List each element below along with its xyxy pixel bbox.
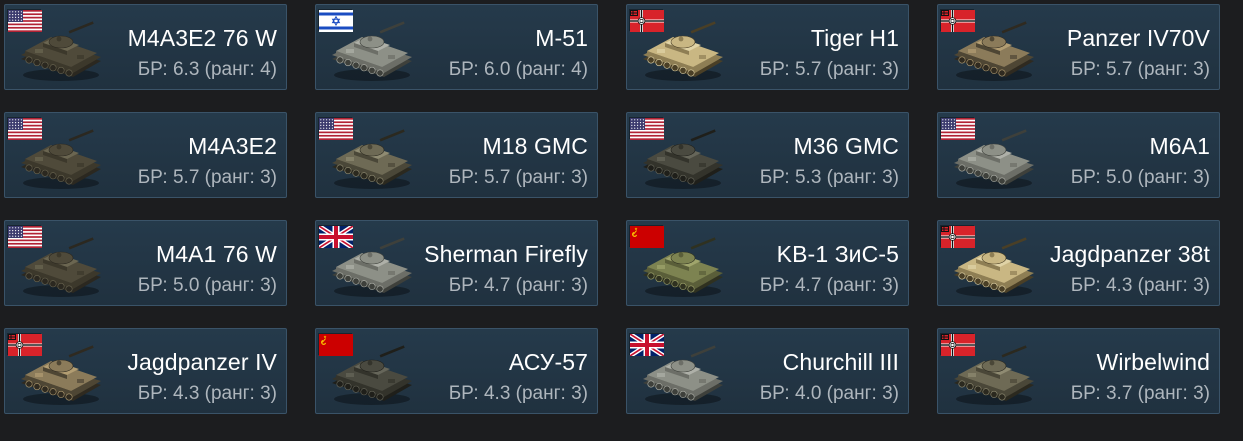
vehicle-battle-rating: БР: 3.7 (ранг: 3) — [1070, 383, 1210, 404]
flag-ussr-icon — [629, 225, 664, 248]
vehicle-name: M4A3E2 — [188, 133, 277, 159]
vehicle-name: M4A3E2 76 W — [127, 25, 277, 51]
vehicle-battle-rating: БР: 5.7 (ранг: 3) — [137, 167, 277, 188]
flag-usa-icon — [629, 117, 664, 140]
flag-germany-icon — [940, 225, 975, 248]
vehicle-name: M4A1 76 W — [155, 241, 277, 267]
flag-germany-icon — [629, 9, 664, 32]
flag-usa-icon — [7, 9, 42, 32]
flag-uk-icon — [317, 224, 355, 250]
vehicle-card[interactable]: KB-1 ЗиС-5 БР: 4.7 (ранг: 3) — [626, 220, 909, 306]
vehicle-name: Sherman Firefly — [424, 241, 588, 267]
vehicle-name: M-51 — [535, 25, 588, 51]
vehicle-name: Tiger H1 — [810, 25, 899, 51]
flag-germany-icon — [7, 333, 42, 356]
vehicle-battle-rating: БР: 5.0 (ранг: 3) — [1070, 167, 1210, 188]
vehicle-battle-rating: БР: 4.3 (ранг: 3) — [448, 383, 588, 404]
vehicle-battle-rating: БР: 5.7 (ранг: 3) — [1070, 59, 1210, 80]
vehicle-battle-rating: БР: 4.3 (ранг: 3) — [1070, 275, 1210, 296]
vehicle-card[interactable]: Jagdpanzer 38t БР: 4.3 (ранг: 3) — [937, 220, 1220, 306]
vehicle-battle-rating: БР: 5.7 (ранг: 3) — [759, 59, 899, 80]
vehicle-battle-rating: БР: 4.7 (ранг: 3) — [448, 275, 588, 296]
vehicle-name: Jagdpanzer IV — [127, 349, 277, 375]
flag-usa-icon — [7, 117, 42, 140]
flag-germany-icon — [940, 9, 975, 32]
flag-germany-icon — [940, 333, 975, 356]
flag-ussr-icon — [318, 333, 353, 356]
vehicle-battle-rating: БР: 4.0 (ранг: 3) — [759, 383, 899, 404]
vehicle-name: M6A1 — [1149, 133, 1210, 159]
vehicle-card[interactable]: Panzer IV70V БР: 5.7 (ранг: 3) — [937, 4, 1220, 90]
vehicle-card[interactable]: Churchill III БР: 4.0 (ранг: 3) — [626, 328, 909, 414]
vehicle-name: Wirbelwind — [1096, 349, 1210, 375]
vehicle-card[interactable]: M4A3E2 БР: 5.7 (ранг: 3) — [4, 112, 287, 198]
flag-usa-icon — [7, 225, 42, 248]
vehicle-name: Jagdpanzer 38t — [1050, 241, 1210, 267]
vehicle-card[interactable]: M18 GMC БР: 5.7 (ранг: 3) — [315, 112, 598, 198]
vehicle-battle-rating: БР: 6.3 (ранг: 4) — [137, 59, 277, 80]
vehicle-card[interactable]: M-51 БР: 6.0 (ранг: 4) — [315, 4, 598, 90]
vehicle-grid: M4A3E2 76 W БР: 6.3 (ранг: 4) M-51 БР: 6.0… — [0, 0, 1243, 441]
vehicle-battle-rating: БР: 6.0 (ранг: 4) — [448, 59, 588, 80]
vehicle-name: АСУ-57 — [508, 349, 588, 375]
flag-usa-icon — [940, 117, 975, 140]
vehicle-card[interactable]: АСУ-57 БР: 4.3 (ранг: 3) — [315, 328, 598, 414]
vehicle-card[interactable]: Sherman Firefly БР: 4.7 (ранг: 3) — [315, 220, 598, 306]
vehicle-battle-rating: БР: 4.7 (ранг: 3) — [759, 275, 899, 296]
vehicle-card[interactable]: M4A3E2 76 W БР: 6.3 (ранг: 4) — [4, 4, 287, 90]
vehicle-card[interactable]: M6A1 БР: 5.0 (ранг: 3) — [937, 112, 1220, 198]
vehicle-battle-rating: БР: 5.3 (ранг: 3) — [759, 167, 899, 188]
flag-uk-icon — [628, 332, 666, 358]
vehicle-battle-rating: БР: 5.7 (ранг: 3) — [448, 167, 588, 188]
vehicle-name: Churchill III — [782, 349, 899, 375]
flag-usa-icon — [318, 117, 353, 140]
vehicle-card[interactable]: M4A1 76 W БР: 5.0 (ранг: 3) — [4, 220, 287, 306]
vehicle-card[interactable]: Wirbelwind БР: 3.7 (ранг: 3) — [937, 328, 1220, 414]
vehicle-name: KB-1 ЗиС-5 — [776, 241, 899, 267]
vehicle-card[interactable]: Tiger H1 БР: 5.7 (ранг: 3) — [626, 4, 909, 90]
vehicle-battle-rating: БР: 5.0 (ранг: 3) — [137, 275, 277, 296]
vehicle-name: M36 GMC — [793, 133, 899, 159]
vehicle-name: M18 GMC — [482, 133, 588, 159]
flag-israel-icon — [318, 9, 353, 32]
vehicle-card[interactable]: M36 GMC БР: 5.3 (ранг: 3) — [626, 112, 909, 198]
vehicle-name: Panzer IV70V — [1066, 25, 1210, 51]
vehicle-card[interactable]: Jagdpanzer IV БР: 4.3 (ранг: 3) — [4, 328, 287, 414]
vehicle-battle-rating: БР: 4.3 (ранг: 3) — [137, 383, 277, 404]
